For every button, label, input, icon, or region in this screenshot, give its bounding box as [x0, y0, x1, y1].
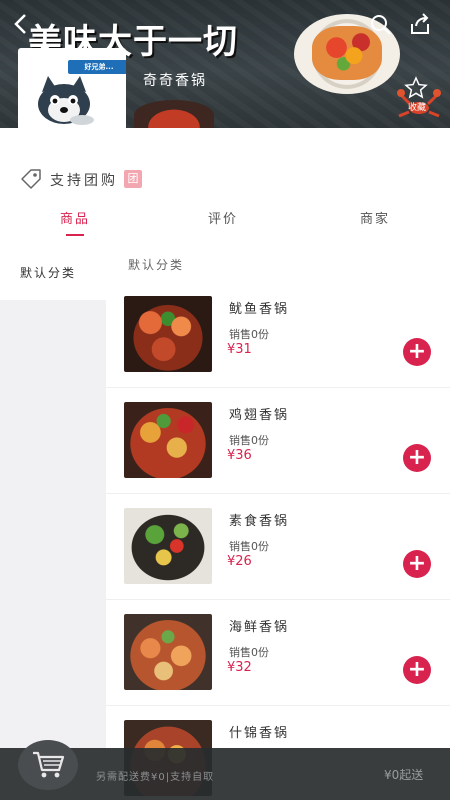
- tab-merchant[interactable]: 商家: [360, 208, 390, 227]
- add-to-cart-button[interactable]: +: [403, 444, 431, 472]
- shop-tabs: 商品 评价 商家: [0, 196, 450, 240]
- list-item[interactable]: 海鲜香锅 销售0份 ¥32 +: [106, 600, 450, 706]
- product-image: [124, 402, 212, 478]
- product-price: ¥32: [227, 660, 252, 675]
- product-image: [124, 614, 212, 690]
- product-price: ¥26: [227, 554, 252, 569]
- shop-logo: 好兄弟...: [18, 48, 126, 130]
- active-tab-indicator: [66, 234, 84, 236]
- husky-logo-icon: [38, 76, 94, 125]
- shop-name: 奇奇香锅: [143, 73, 207, 89]
- sidebar-item-default[interactable]: 默认分类: [0, 240, 106, 300]
- product-sales: 销售0份: [229, 328, 269, 341]
- add-to-cart-button[interactable]: +: [403, 338, 431, 366]
- product-price: ¥31: [227, 342, 252, 357]
- product-name: 鸡翅香锅: [229, 408, 290, 423]
- product-name: 海鲜香锅: [229, 620, 290, 635]
- product-image: [124, 508, 212, 584]
- list-item[interactable]: 素食香锅 销售0份 ¥26 +: [106, 494, 450, 600]
- list-item[interactable]: 鸡翅香锅 销售0份 ¥36 +: [106, 388, 450, 494]
- add-to-cart-button[interactable]: +: [403, 656, 431, 684]
- back-icon[interactable]: [10, 12, 34, 36]
- tag-icon: [21, 169, 41, 189]
- minimum-order-label: ¥0起送: [384, 768, 424, 782]
- shopping-cart-icon[interactable]: [28, 744, 68, 784]
- product-image: [124, 296, 212, 372]
- product-sales: 销售0份: [229, 646, 269, 659]
- add-to-cart-button[interactable]: +: [403, 550, 431, 578]
- group-buy-badge: 团: [124, 170, 142, 188]
- product-name: 鱿鱼香锅: [229, 302, 290, 317]
- delivery-note: 另需配送费¥0|支持自取: [96, 772, 215, 783]
- product-price: ¥36: [227, 448, 252, 463]
- favorite-label[interactable]: 收藏: [404, 100, 430, 113]
- product-sales: 销售0份: [229, 434, 269, 447]
- banner-bowl-image: [134, 100, 214, 128]
- group-buy-label: 支持团购: [50, 173, 118, 189]
- category-header: 默认分类: [128, 258, 185, 272]
- star-icon[interactable]: [404, 76, 428, 100]
- search-icon[interactable]: [370, 14, 392, 36]
- product-name: 素食香锅: [229, 514, 290, 529]
- category-sidebar: 默认分类: [0, 240, 106, 750]
- product-name: 什锦香锅: [229, 726, 290, 741]
- tab-reviews[interactable]: 评价: [208, 208, 238, 227]
- tab-products[interactable]: 商品: [60, 208, 90, 227]
- product-sales: 销售0份: [229, 540, 269, 553]
- share-icon[interactable]: [408, 12, 432, 36]
- list-item[interactable]: 鱿鱼香锅 销售0份 ¥31 +: [106, 282, 450, 388]
